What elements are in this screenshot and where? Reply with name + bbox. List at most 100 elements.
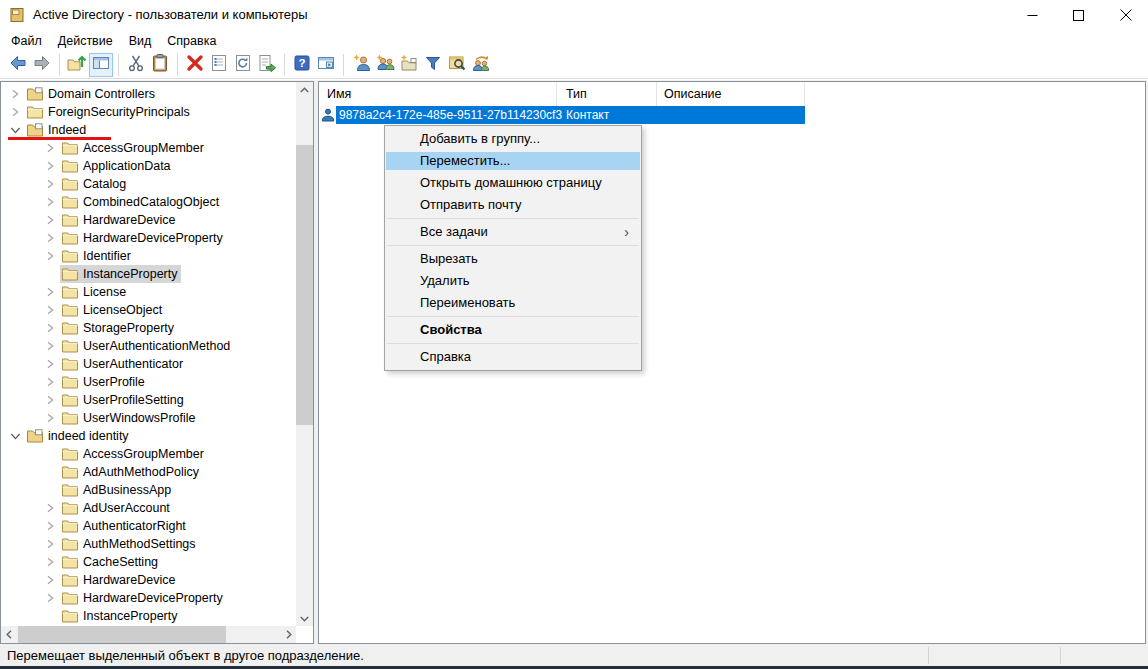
tree-item-combinedcatalogobject[interactable]: CombinedCatalogObject [1, 193, 296, 211]
chevron-collapsed-icon[interactable] [7, 86, 23, 102]
tree-item-cachesetting[interactable]: CacheSetting [1, 553, 296, 571]
menubar-item-0[interactable]: Файл [3, 30, 50, 52]
vertical-scroll-thumb[interactable] [296, 145, 313, 425]
minimize-button[interactable] [1015, 0, 1049, 30]
refresh-button[interactable] [231, 53, 255, 77]
chevron-collapsed-icon[interactable] [42, 176, 58, 192]
tree-item-hardwaredeviceproperty[interactable]: HardwareDeviceProperty [1, 589, 296, 607]
chevron-collapsed-icon[interactable] [42, 536, 58, 552]
chevron-collapsed-icon[interactable] [42, 410, 58, 426]
find-button[interactable] [445, 53, 469, 77]
context-menu-item[interactable]: Вырезать [385, 248, 641, 270]
tree-item-authmethodsettings[interactable]: AuthMethodSettings [1, 535, 296, 553]
menubar-item-2[interactable]: Вид [121, 30, 160, 52]
new-user-button[interactable] [349, 53, 373, 77]
chevron-collapsed-icon[interactable] [42, 212, 58, 228]
list-row[interactable]: 9878a2c4-172e-485e-9511-27b114230cf3Конт… [319, 106, 1145, 124]
tree-item-adauthmethodpolicy[interactable]: AdAuthMethodPolicy [1, 463, 296, 481]
tree-item-instanceproperty[interactable]: InstanceProperty [1, 265, 296, 283]
up-one-level-button[interactable] [65, 53, 89, 77]
chevron-collapsed-icon[interactable] [42, 374, 58, 390]
column-header-2[interactable]: Описание [657, 82, 805, 106]
chevron-collapsed-icon[interactable] [42, 572, 58, 588]
scroll-down-icon[interactable] [296, 611, 313, 626]
chevron-collapsed-icon[interactable] [42, 392, 58, 408]
context-menu-item[interactable]: Отправить почту [385, 194, 641, 216]
tree-item-userprofile[interactable]: UserProfile [1, 373, 296, 391]
show-console-tree-button[interactable] [89, 53, 113, 77]
tree-item-instanceproperty[interactable]: InstanceProperty [1, 607, 296, 625]
chevron-collapsed-icon[interactable] [42, 518, 58, 534]
tree-item-hardwaredevice[interactable]: HardwareDevice [1, 211, 296, 229]
close-button[interactable] [1109, 0, 1143, 30]
tree-item-storageproperty[interactable]: StorageProperty [1, 319, 296, 337]
new-group-button[interactable] [373, 53, 397, 77]
context-menu-item[interactable]: Справка [385, 346, 641, 368]
chevron-collapsed-icon[interactable] [42, 284, 58, 300]
tree-item-identifier[interactable]: Identifier [1, 247, 296, 265]
column-header-1[interactable]: Тип [557, 82, 657, 106]
forward-arrow-button[interactable] [30, 53, 54, 77]
help-button[interactable]: ? [290, 53, 314, 77]
chevron-collapsed-icon[interactable] [42, 320, 58, 336]
menubar-item-3[interactable]: Справка [159, 30, 224, 52]
context-menu-item[interactable]: Переместить... [385, 150, 641, 172]
tree-item-domain-controllers[interactable]: Domain Controllers [1, 85, 296, 103]
chevron-collapsed-icon[interactable] [42, 248, 58, 264]
menubar-item-1[interactable]: Действие [50, 30, 121, 52]
chevron-collapsed-icon[interactable] [42, 500, 58, 516]
scroll-left-icon[interactable] [1, 626, 16, 643]
chevron-collapsed-icon[interactable] [42, 194, 58, 210]
tree-item-userauthenticationmethod[interactable]: UserAuthenticationMethod [1, 337, 296, 355]
tree-item-userauthenticator[interactable]: UserAuthenticator [1, 355, 296, 373]
tree-item-indeed-identity[interactable]: indeed identity [1, 427, 296, 445]
scroll-up-icon[interactable] [296, 82, 313, 97]
new-ou-button[interactable] [397, 53, 421, 77]
tree-item-foreignsecurityprincipals[interactable]: ForeignSecurityPrincipals [1, 103, 296, 121]
export-list-button[interactable] [255, 53, 279, 77]
context-menu-item[interactable]: Открыть домашнюю страницу [385, 172, 641, 194]
filter-button[interactable] [421, 53, 445, 77]
tree-item-license[interactable]: License [1, 283, 296, 301]
chevron-expanded-icon[interactable] [7, 428, 23, 444]
tree-item-userprofilesetting[interactable]: UserProfileSetting [1, 391, 296, 409]
chevron-collapsed-icon[interactable] [42, 140, 58, 156]
tree-item-userwindowsprofile[interactable]: UserWindowsProfile [1, 409, 296, 427]
horizontal-scroll-thumb[interactable] [18, 626, 226, 643]
tree-item-aduseraccount[interactable]: AdUserAccount [1, 499, 296, 517]
chevron-collapsed-icon[interactable] [42, 338, 58, 354]
properties-button[interactable] [207, 53, 231, 77]
tree-item-hardwaredevice[interactable]: HardwareDevice [1, 571, 296, 589]
chevron-collapsed-icon[interactable] [42, 356, 58, 372]
paste-button[interactable] [148, 53, 172, 77]
maximize-button[interactable] [1061, 0, 1095, 30]
chevron-collapsed-icon[interactable] [42, 554, 58, 570]
tree-horizontal-scrollbar[interactable] [1, 626, 296, 643]
show-action-pane-button[interactable] [314, 53, 338, 77]
chevron-collapsed-icon[interactable] [42, 302, 58, 318]
chevron-collapsed-icon[interactable] [42, 158, 58, 174]
tree-item-licenseobject[interactable]: LicenseObject [1, 301, 296, 319]
tree-item-accessgroupmember[interactable]: AccessGroupMember [1, 445, 296, 463]
context-menu-item[interactable]: Добавить в группу... [385, 128, 641, 150]
chevron-collapsed-icon[interactable] [42, 230, 58, 246]
tree-item-applicationdata[interactable]: ApplicationData [1, 157, 296, 175]
chevron-expanded-icon[interactable] [7, 122, 23, 138]
tree-item-indeed[interactable]: Indeed [1, 121, 296, 139]
change-domain-button[interactable] [469, 53, 493, 77]
tree-item-catalog[interactable]: Catalog [1, 175, 296, 193]
tree-item-hardwaredeviceproperty[interactable]: HardwareDeviceProperty [1, 229, 296, 247]
tree-item-accessgroupmember[interactable]: AccessGroupMember [1, 139, 296, 157]
context-menu-item[interactable]: Переименовать [385, 292, 641, 314]
cut-button[interactable] [124, 53, 148, 77]
context-menu-item[interactable]: Все задачи› [385, 221, 641, 243]
chevron-collapsed-icon[interactable] [42, 590, 58, 606]
tree-vertical-scrollbar[interactable] [296, 82, 313, 626]
tree-item-adbusinessapp[interactable]: AdBusinessApp [1, 481, 296, 499]
delete-button[interactable] [183, 53, 207, 77]
context-menu-item[interactable]: Удалить [385, 270, 641, 292]
back-arrow-button[interactable] [6, 53, 30, 77]
context-menu-item[interactable]: Свойства [385, 319, 641, 341]
tree-item-authenticatorright[interactable]: AuthenticatorRight [1, 517, 296, 535]
chevron-collapsed-icon[interactable] [7, 104, 23, 120]
